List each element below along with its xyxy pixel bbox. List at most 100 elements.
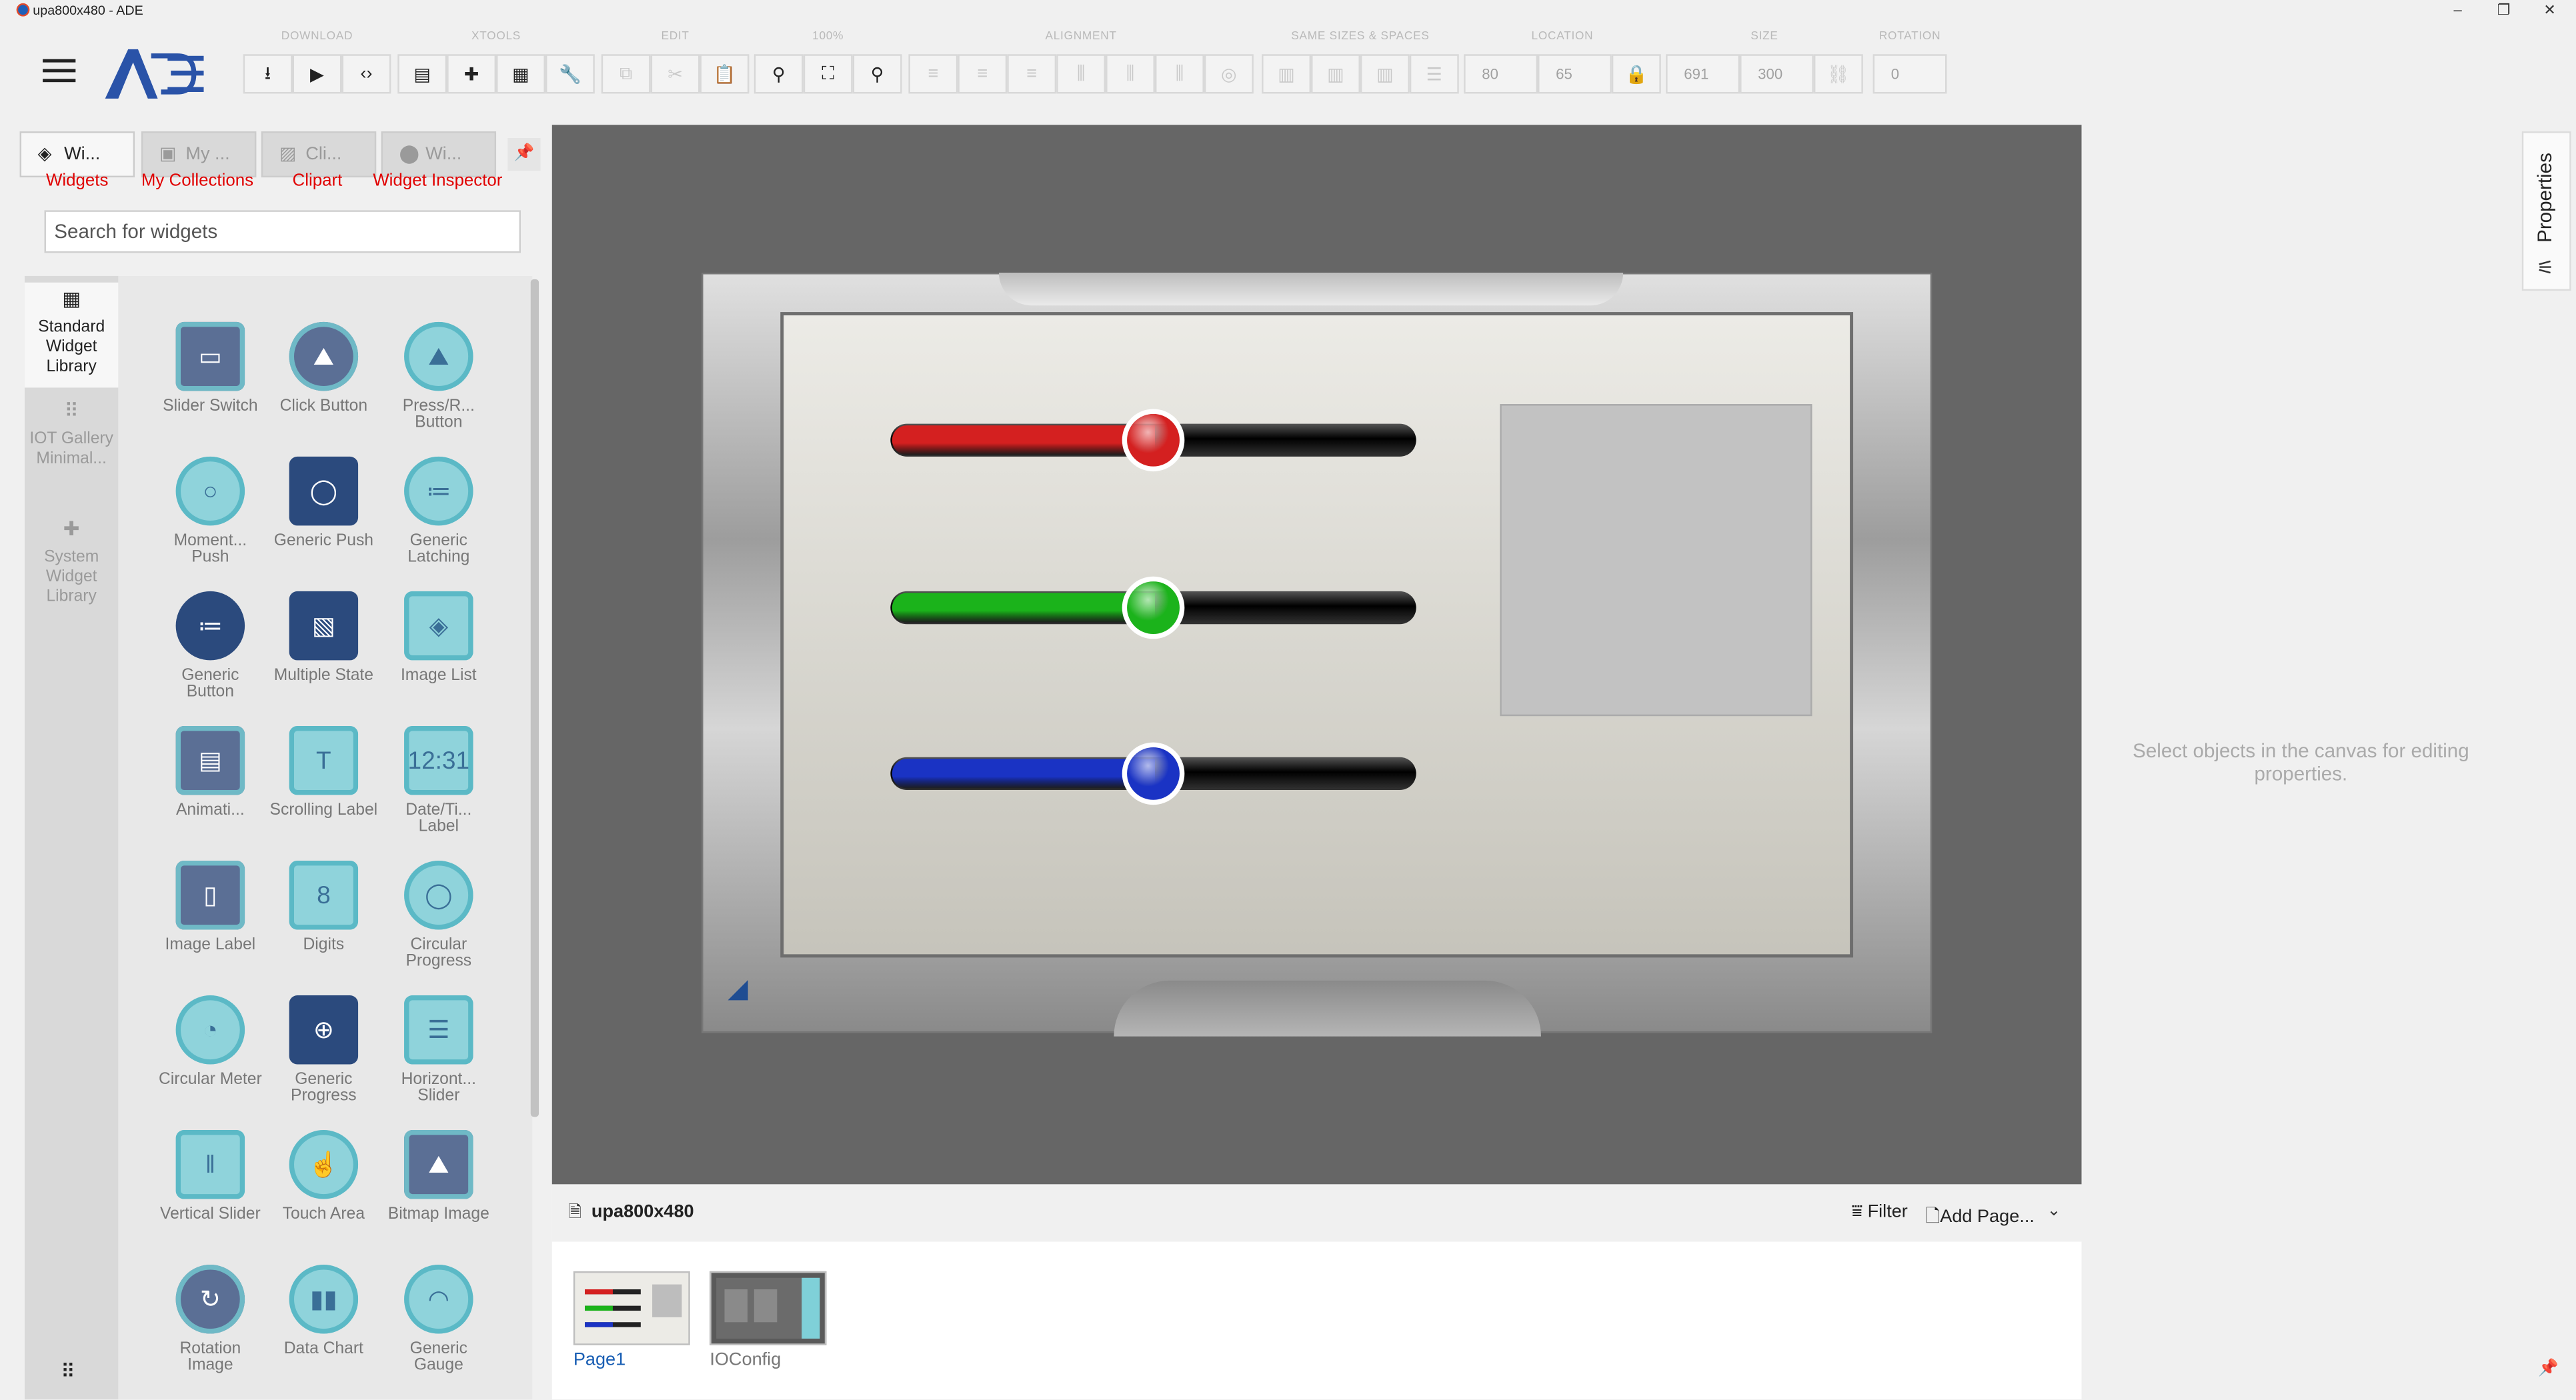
fit-screen-icon[interactable]: ⛶	[803, 54, 853, 94]
widget-horizontal-slider[interactable]: ☰ Horizont... Slider	[385, 995, 493, 1105]
same-sizes-group: SAME SIZES & SPACES ▥ ▥ ▥ ☰	[1262, 31, 1459, 94]
properties-tab-label: Properties	[2533, 153, 2557, 243]
align-left-icon[interactable]: ≡	[908, 54, 958, 94]
size-width-field[interactable]: 691	[1666, 54, 1740, 94]
widget-animation[interactable]: ▤ Animati...	[156, 725, 265, 819]
device-screen[interactable]	[780, 312, 1854, 958]
copy-icon[interactable]: ⧉	[601, 54, 651, 94]
widget-generic-gauge[interactable]: ◠ Generic Gauge	[385, 1265, 493, 1375]
widget-generic-push[interactable]: ◯ Generic Push	[269, 456, 378, 551]
paste-icon[interactable]: 📋	[700, 54, 750, 94]
space-vertical-icon[interactable]: ☰	[1409, 54, 1459, 94]
widget-generic-button[interactable]: ≔ Generic Button	[156, 591, 265, 701]
chevron-down-icon[interactable]: ⌄	[2047, 1202, 2061, 1220]
generic-latching-icon: ≔	[404, 456, 473, 526]
page1-label[interactable]: Page1	[573, 1350, 625, 1370]
puzzle-icon[interactable]: ✚	[447, 54, 497, 94]
widget-rotation-image[interactable]: ↻ Rotation Image	[156, 1265, 265, 1375]
red-slider-knob[interactable]	[1122, 409, 1185, 472]
widget-label: Multiple State	[273, 667, 373, 685]
align-top-icon[interactable]: ⫼	[1056, 54, 1106, 94]
widget-click-button[interactable]: ⛰ Click Button	[269, 321, 378, 415]
library-standard[interactable]: ▦ Standard Widget Library	[24, 282, 119, 388]
location-x-field[interactable]: 80	[1464, 54, 1538, 94]
widget-multiple-state[interactable]: ▧ Multiple State	[269, 591, 378, 685]
blue-slider-knob[interactable]	[1122, 742, 1185, 805]
green-slider-knob[interactable]	[1122, 576, 1185, 639]
library-system[interactable]: ✚ System Widget Library	[25, 519, 118, 621]
widget-generic-latching[interactable]: ≔ Generic Latching	[385, 456, 493, 567]
close-button[interactable]: ✕	[2527, 0, 2573, 21]
ioconfig-label[interactable]: IOConfig	[710, 1350, 781, 1370]
widget-press-release-button[interactable]: ⛰ Press/R... Button	[385, 321, 493, 432]
wrench-icon[interactable]: 🔧	[545, 54, 595, 94]
pin-icon[interactable]: 📌	[507, 137, 541, 171]
widget-scrollbar[interactable]	[530, 279, 539, 1117]
color-preview-box[interactable]	[1500, 404, 1812, 717]
widget-vertical-slider[interactable]: ‖ Vertical Slider	[156, 1130, 265, 1223]
blue-slider[interactable]	[890, 742, 1416, 805]
space-horizontal-icon[interactable]: ▥	[1360, 54, 1410, 94]
lock-icon[interactable]: 🔒	[1611, 54, 1661, 94]
page-thumb-page1[interactable]	[573, 1271, 690, 1345]
tab-widgets-short: Wi...	[64, 144, 101, 165]
align-right-icon[interactable]: ≡	[1007, 54, 1057, 94]
widget-label: Generic Push	[273, 532, 373, 551]
restore-button[interactable]: ❐	[2481, 0, 2527, 21]
same-height-icon[interactable]: ▥	[1311, 54, 1360, 94]
filter-button[interactable]: ⩸ Filter	[1852, 1202, 1908, 1223]
generic-progress-icon: ⊕	[289, 995, 359, 1065]
widget-circular-progress[interactable]: ◯ Circular Progress	[385, 860, 493, 971]
tab-properties[interactable]: Properties ⚟	[2521, 131, 2571, 291]
widget-generic-progress[interactable]: ⊕ Generic Progress	[269, 995, 378, 1105]
add-page-button[interactable]: 🗋Add Page...	[1925, 1202, 2034, 1233]
widget-circular-meter[interactable]: ◔ Circular Meter	[156, 995, 265, 1089]
apps-grid-icon[interactable]: ⠿	[61, 1360, 75, 1383]
widget-datetime-label[interactable]: 12:31 Date/Ti... Label	[385, 725, 493, 836]
edit-group-label: EDIT	[661, 31, 690, 43]
link-icon[interactable]: ⛓	[1813, 54, 1863, 94]
location-y-field[interactable]: 65	[1538, 54, 1612, 94]
widget-data-chart[interactable]: ▮▮ Data Chart	[269, 1265, 378, 1358]
apps-icon[interactable]: ▦	[496, 54, 545, 94]
preview-icon[interactable]: ▶	[292, 54, 342, 94]
widget-scrolling-label[interactable]: T Scrolling Label	[269, 725, 378, 819]
device-bottom-notch	[1114, 980, 1541, 1037]
code-icon[interactable]: ‹›	[341, 54, 391, 94]
zoom-in-icon[interactable]: ⚲	[852, 54, 902, 94]
widget-momentary-push[interactable]: ○ Moment... Push	[156, 456, 265, 567]
data-chart-icon: ▮▮	[289, 1265, 359, 1334]
center-icon[interactable]: ◎	[1204, 54, 1254, 94]
widget-label: Circular Progress	[405, 936, 472, 971]
size-height-field[interactable]: 300	[1740, 54, 1814, 94]
align-middle-icon[interactable]: ⫼	[1106, 54, 1155, 94]
widget-touch-area[interactable]: ☝ Touch Area	[269, 1130, 378, 1223]
widget-image-list[interactable]: ◈ Image List	[385, 591, 493, 685]
design-canvas[interactable]: ◢	[551, 125, 2082, 1185]
widget-image-label[interactable]: ▯ Image Label	[156, 860, 265, 954]
same-width-icon[interactable]: ▥	[1262, 54, 1312, 94]
hamburger-icon[interactable]	[43, 59, 76, 85]
widget-bitmap-image[interactable]: ⛰ Bitmap Image	[385, 1130, 493, 1223]
align-center-icon[interactable]: ≡	[958, 54, 1008, 94]
red-slider[interactable]	[890, 409, 1416, 472]
search-input[interactable]	[44, 210, 521, 253]
layout-icon[interactable]: ▤	[397, 54, 447, 94]
rotation-field[interactable]: 0	[1872, 54, 1947, 94]
library-iot-gallery[interactable]: ⠿ IOT Gallery Minimal...	[25, 401, 118, 503]
widget-digits[interactable]: 8 Digits	[269, 860, 378, 954]
grid-icon: ⠿	[64, 399, 79, 423]
widget-slider-switch[interactable]: ▭ Slider Switch	[156, 321, 265, 415]
click-button-icon: ⛰	[289, 321, 359, 391]
pin-icon[interactable]: 📌	[2538, 1360, 2559, 1378]
page-thumb-ioconfig[interactable]	[710, 1271, 827, 1345]
zoom-out-icon[interactable]: ⚲	[754, 54, 804, 94]
cut-icon[interactable]: ✂	[650, 54, 700, 94]
download-group: DOWNLOAD ⭳ ▶ ‹›	[243, 31, 391, 94]
location-group: LOCATION 80 65 🔒	[1464, 31, 1661, 94]
align-bottom-icon[interactable]: ⫼	[1154, 54, 1204, 94]
minimize-button[interactable]: –	[2435, 0, 2481, 21]
green-slider[interactable]	[890, 576, 1416, 639]
clipart-tooltip-label: Clipart	[292, 171, 343, 191]
download-icon[interactable]: ⭳	[243, 54, 293, 94]
